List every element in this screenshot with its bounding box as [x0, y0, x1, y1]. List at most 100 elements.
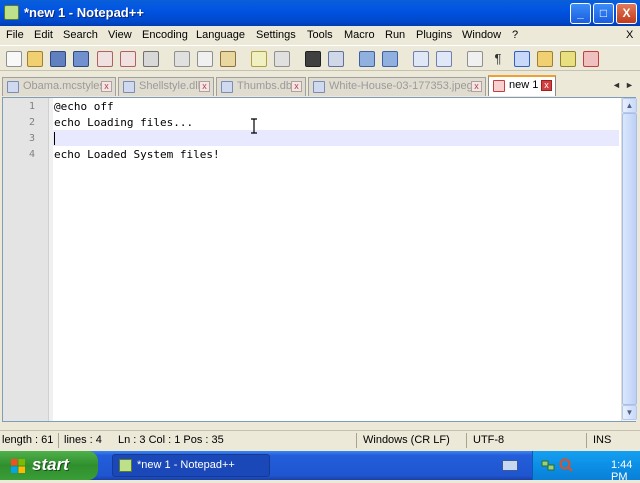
- menu-language[interactable]: Language: [196, 29, 245, 41]
- macro-stop-icon[interactable]: [583, 51, 599, 67]
- current-line-highlight: [53, 130, 619, 146]
- close-window-button[interactable]: X: [616, 3, 637, 24]
- tab-label: Thumbs.db: [237, 80, 293, 92]
- windows-logo-icon: [11, 459, 25, 473]
- status-eol: Windows (CR LF): [363, 434, 450, 446]
- tab-close-icon[interactable]: x: [101, 81, 112, 92]
- menu-help[interactable]: ?: [512, 29, 518, 41]
- sync-vertical-icon[interactable]: [413, 51, 429, 67]
- status-bar: length : 61 lines : 4 Ln : 3 Col : 1 Pos…: [0, 430, 640, 450]
- menu-view[interactable]: View: [108, 29, 132, 41]
- security-icon[interactable]: [559, 458, 573, 472]
- tab-label: Shellstyle.dll: [139, 80, 201, 92]
- tab-new-1[interactable]: new 1 x: [488, 75, 556, 96]
- code-line[interactable]: @echo off: [54, 100, 114, 113]
- ibeam-cursor-icon: [251, 118, 257, 134]
- save-icon[interactable]: [50, 51, 66, 67]
- tab-white-house-jpeg[interactable]: White-House-03-177353.jpeg x: [308, 77, 486, 96]
- tab-close-icon[interactable]: x: [199, 81, 210, 92]
- keyboard-icon[interactable]: [502, 460, 518, 471]
- find-icon[interactable]: [305, 51, 321, 67]
- scrollbar-thumb[interactable]: [622, 113, 637, 405]
- menu-settings[interactable]: Settings: [256, 29, 296, 41]
- network-icon[interactable]: [541, 458, 555, 472]
- tab-close-icon[interactable]: x: [291, 81, 302, 92]
- line-number: 2: [28, 117, 35, 128]
- file-icon: [221, 81, 233, 93]
- status-divider: [466, 433, 467, 448]
- tab-close-icon[interactable]: x: [471, 81, 482, 92]
- redo-icon[interactable]: [274, 51, 290, 67]
- status-lines: lines : 4: [64, 434, 102, 446]
- code-line[interactable]: echo Loading files...: [54, 116, 193, 129]
- tab-close-icon[interactable]: x: [541, 80, 552, 91]
- line-number: 3: [28, 133, 35, 144]
- menu-search[interactable]: Search: [63, 29, 98, 41]
- window-title: *new 1 - Notepad++: [24, 5, 144, 20]
- zoom-out-icon[interactable]: [382, 51, 398, 67]
- code-line[interactable]: echo Loaded System files!: [54, 148, 220, 161]
- copy-icon[interactable]: [197, 51, 213, 67]
- sync-horizontal-icon[interactable]: [436, 51, 452, 67]
- tab-obama-mcstyles[interactable]: Obama.mcstyles x: [2, 77, 116, 96]
- close-document-button[interactable]: X: [626, 29, 633, 41]
- notepad-plus-plus-icon[interactable]: [4, 5, 19, 20]
- scroll-down-icon[interactable]: ▼: [622, 405, 637, 420]
- status-encoding: UTF-8: [473, 434, 505, 446]
- close-all-icon[interactable]: [120, 51, 136, 67]
- scroll-up-icon[interactable]: ▲: [622, 98, 637, 113]
- print-icon[interactable]: [143, 51, 159, 67]
- fold-margin[interactable]: [49, 98, 53, 421]
- tab-scroll-right-icon[interactable]: ►: [625, 80, 634, 90]
- menu-file[interactable]: File: [6, 29, 24, 41]
- macro-record-icon[interactable]: [560, 51, 576, 67]
- menu-tools[interactable]: Tools: [307, 29, 333, 41]
- notepad-plus-plus-window: *new 1 - Notepad++ _ □ X File Edit Searc…: [0, 0, 640, 483]
- windows-taskbar: start *new 1 - Notepad++ 1:44 PM: [0, 451, 640, 483]
- cut-icon[interactable]: [174, 51, 190, 67]
- tab-label: Obama.mcstyles: [23, 80, 105, 92]
- zoom-in-icon[interactable]: [359, 51, 375, 67]
- editor-area[interactable]: 1 2 3 4 @echo off echo Loading files... …: [2, 97, 637, 422]
- word-wrap-icon[interactable]: [467, 51, 483, 67]
- menu-plugins[interactable]: Plugins: [416, 29, 452, 41]
- taskbar-button-label: *new 1 - Notepad++: [137, 459, 235, 471]
- line-number: 1: [28, 101, 35, 112]
- undo-icon[interactable]: [251, 51, 267, 67]
- taskbar-button-notepad[interactable]: *new 1 - Notepad++: [112, 454, 270, 477]
- folder-as-workspace-icon[interactable]: [537, 51, 553, 67]
- menu-macro[interactable]: Macro: [344, 29, 375, 41]
- file-icon: [313, 81, 325, 93]
- line-number: 4: [28, 149, 35, 160]
- vertical-scrollbar[interactable]: ▲ ▼: [621, 98, 637, 421]
- indent-guide-icon[interactable]: [514, 51, 530, 67]
- tab-scroll-left-icon[interactable]: ◄: [612, 80, 621, 90]
- menu-edit[interactable]: Edit: [34, 29, 53, 41]
- close-icon[interactable]: [97, 51, 113, 67]
- open-file-icon[interactable]: [27, 51, 43, 67]
- status-divider: [586, 433, 587, 448]
- toolbar: ¶: [0, 45, 640, 71]
- tab-thumbs-db[interactable]: Thumbs.db x: [216, 77, 306, 96]
- new-file-icon[interactable]: [6, 51, 22, 67]
- system-tray: 1:44 PM: [532, 451, 640, 483]
- menu-window[interactable]: Window: [462, 29, 501, 41]
- menu-encoding[interactable]: Encoding: [142, 29, 188, 41]
- menu-run[interactable]: Run: [385, 29, 405, 41]
- tab-shellstyle-dll[interactable]: Shellstyle.dll x: [118, 77, 214, 96]
- status-position: Ln : 3 Col : 1 Pos : 35: [118, 434, 224, 446]
- file-icon: [7, 81, 19, 93]
- status-divider: [356, 433, 357, 448]
- minimize-button[interactable]: _: [570, 3, 591, 24]
- start-button[interactable]: start: [0, 451, 98, 480]
- save-all-icon[interactable]: [73, 51, 89, 67]
- unsaved-file-icon: [493, 80, 505, 92]
- replace-icon[interactable]: [328, 51, 344, 67]
- title-bar[interactable]: *new 1 - Notepad++ _ □ X: [0, 0, 640, 26]
- maximize-button[interactable]: □: [593, 3, 614, 24]
- tab-bar: Obama.mcstyles x Shellstyle.dll x Thumbs…: [0, 75, 640, 96]
- system-clock[interactable]: 1:44 PM: [611, 459, 640, 483]
- paste-icon[interactable]: [220, 51, 236, 67]
- show-all-chars-icon[interactable]: ¶: [490, 51, 506, 67]
- tab-label: new 1: [509, 79, 539, 91]
